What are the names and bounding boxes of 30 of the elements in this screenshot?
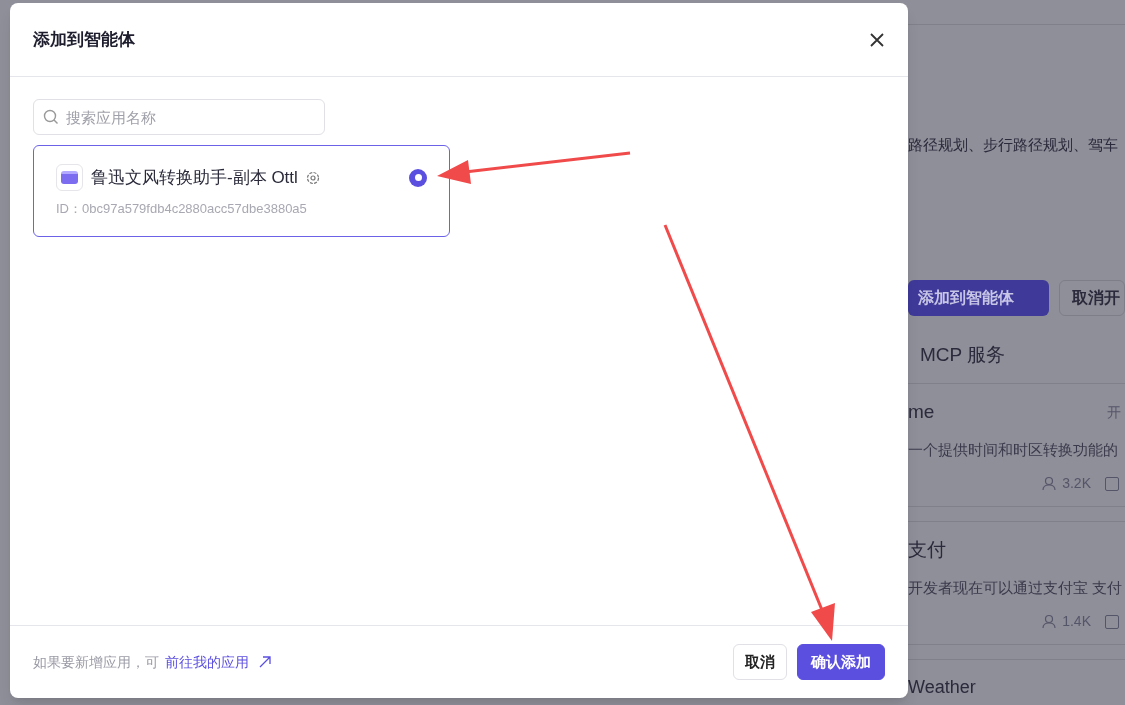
app-name: 鲁迅文风转换助手-副本 Ottl xyxy=(91,166,298,189)
radio-button[interactable] xyxy=(409,168,427,187)
hint-text: 如果要新增应用，可 xyxy=(33,652,159,672)
my-apps-link[interactable]: 前往我的应用 xyxy=(165,651,249,673)
app-id: ID：0bc97a579fdb4c2880acc57dbe3880a5 xyxy=(56,200,308,218)
search-field[interactable]: 搜索应用名称 xyxy=(33,99,325,135)
section-title: MCP 服务 xyxy=(920,342,1007,367)
user-count: 1.4K xyxy=(1062,612,1091,631)
settings-icon[interactable] xyxy=(305,170,320,185)
user-count: 3.2K xyxy=(1062,474,1091,493)
app-icon xyxy=(56,164,83,191)
external-link-icon xyxy=(259,656,271,668)
app-card[interactable]: 鲁迅文风转换助手-副本 Ottl ID：0bc97a579fdb4c2880acc57dbe3880a5 xyxy=(33,145,450,237)
cancel-button[interactable]: 取消 xyxy=(733,644,787,680)
service-name: 支付 xyxy=(908,538,946,562)
search-icon xyxy=(43,109,59,125)
chart-icon xyxy=(1105,476,1119,491)
confirm-button[interactable]: 确认添加 xyxy=(797,644,885,680)
chart-icon xyxy=(1105,614,1119,629)
close-icon[interactable] xyxy=(869,31,885,48)
user-icon xyxy=(1042,476,1057,491)
user-icon xyxy=(1042,614,1057,629)
service-name: Weather xyxy=(908,676,976,699)
description-text: 路径规划、步行路径规划、驾车 xyxy=(908,135,1119,155)
add-to-agent-button[interactable]: 添加到智能体 xyxy=(908,279,1049,316)
service-description: 一个提供时间和时区转换功能的 xyxy=(908,439,1119,460)
dialog-title: 添加到智能体 xyxy=(33,28,135,51)
service-name: me xyxy=(908,400,935,424)
service-description: 开发者现在可以通过支付宝 支付 xyxy=(908,577,1124,598)
cancel-button[interactable]: 取消开 xyxy=(1059,279,1125,316)
